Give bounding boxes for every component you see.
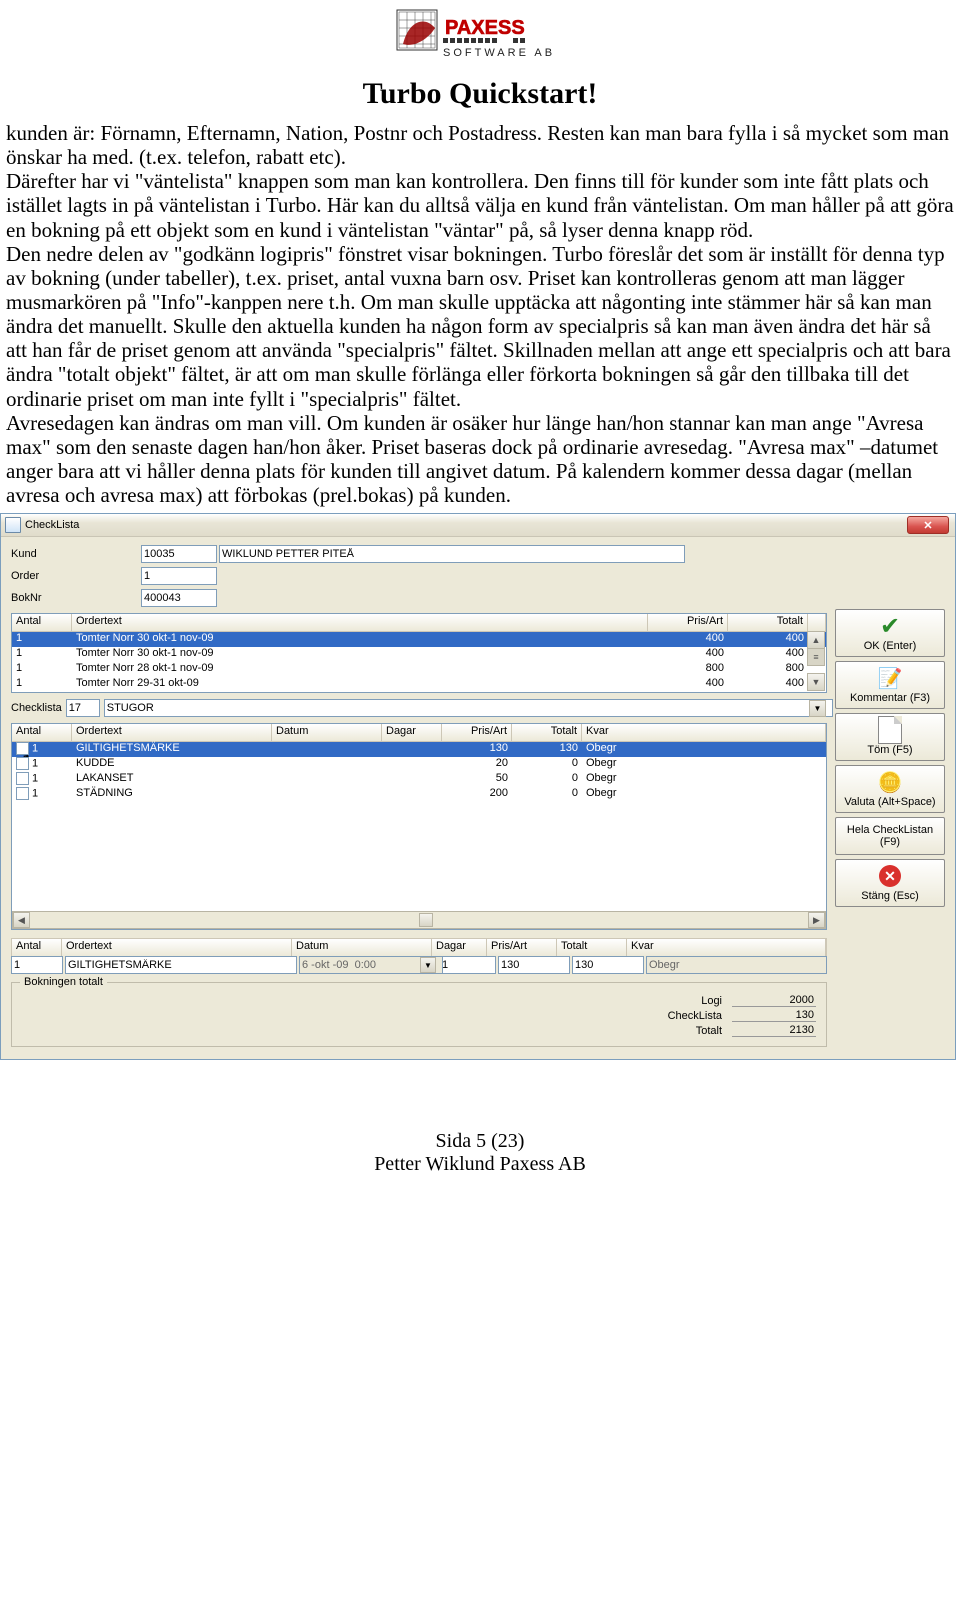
ok-button[interactable]: ✔ OK (Enter) — [835, 609, 945, 657]
kund-name-field[interactable] — [219, 545, 685, 563]
blank-page-icon — [836, 716, 944, 744]
tom-button[interactable]: Töm (F5) — [835, 713, 945, 761]
table-row[interactable]: 1Tomter Norr 30 okt-1 nov-09400400 — [12, 647, 826, 662]
chevron-down-icon[interactable]: ▼ — [809, 700, 826, 717]
col-datum: Datum — [272, 724, 382, 741]
col-totalt2: Totalt — [512, 724, 582, 741]
scroll-down-icon[interactable]: ▼ — [807, 673, 825, 691]
col-totalt: Totalt — [728, 614, 808, 631]
kund-id-field[interactable] — [141, 545, 217, 563]
scroll-up-icon[interactable]: ▲ — [807, 631, 825, 649]
col-ordertext2: Ordertext — [72, 724, 272, 741]
summary-box: Bokningen totalt Logi2000 CheckLista130 … — [11, 982, 827, 1047]
col-ordertext: Ordertext — [72, 614, 648, 631]
scroll-thumb[interactable]: ≡ — [807, 648, 825, 666]
checkbox[interactable] — [16, 757, 29, 770]
order-grid[interactable]: Antal Ordertext Pris/Art Totalt 1Tomter … — [11, 613, 827, 693]
hscroll-thumb[interactable] — [419, 913, 433, 927]
page-footer: Sida 5 (23) Petter Wiklund Paxess AB — [0, 1130, 960, 1176]
table-row[interactable]: 1STÄDNING2000Obegr — [12, 787, 826, 802]
col-prisart: Pris/Art — [648, 614, 728, 631]
chevron-down-icon[interactable]: ▼ — [420, 957, 436, 973]
coins-icon: 🪙 — [836, 768, 944, 796]
pencil-icon: 📝 — [836, 664, 944, 692]
titlebar: CheckLista ✕ — [1, 514, 955, 537]
table-row[interactable]: 1GILTIGHETSMÄRKE130130Obegr↖ — [12, 742, 826, 757]
checkbox[interactable] — [16, 742, 29, 755]
kommentar-button[interactable]: 📝 Kommentar (F3) — [835, 661, 945, 709]
order-field[interactable] — [141, 567, 217, 585]
label-checklista: Checklista — [11, 702, 62, 714]
logo-bottom-word: SOFTWARE AB — [443, 47, 555, 59]
edit-dagar[interactable] — [439, 956, 496, 974]
hela-checklistan-button[interactable]: Hela CheckListan (F9) — [835, 817, 945, 855]
table-row[interactable]: 1Tomter Norr 28 okt-1 nov-09800800 — [12, 662, 826, 677]
table-row[interactable]: 1LAKANSET500Obegr — [12, 772, 826, 787]
table-row[interactable]: 1KUDDE200Obegr — [12, 757, 826, 772]
col-kvar: Kvar — [582, 724, 826, 741]
page-title: Turbo Quickstart! — [0, 77, 960, 111]
check-icon: ✔ — [836, 612, 944, 640]
hscrollbar[interactable]: ◀ ▶ — [12, 911, 826, 929]
stang-button[interactable]: ✕ Stäng (Esc) — [835, 859, 945, 907]
table-row[interactable]: 1Tomter Norr 30 okt-1 nov-09400400 — [12, 632, 826, 647]
edit-ordertext[interactable] — [65, 956, 297, 974]
checkbox[interactable] — [16, 772, 29, 785]
scroll-left-icon[interactable]: ◀ — [13, 912, 30, 928]
body-text: kunden är: Förnamn, Efternamn, Nation, P… — [0, 121, 960, 507]
edit-tot[interactable] — [572, 956, 644, 974]
checkbox[interactable] — [16, 787, 29, 800]
checklista-dialog: CheckLista ✕ Kund Order BokNr — [0, 513, 956, 1060]
label-order: Order — [11, 570, 141, 582]
boknr-field[interactable] — [141, 589, 217, 607]
checklista-select[interactable] — [104, 699, 833, 717]
col-antal2: Antal — [12, 724, 72, 741]
scroll-right-icon[interactable]: ▶ — [808, 912, 825, 928]
app-icon — [5, 517, 21, 533]
close-icon[interactable]: ✕ — [907, 516, 949, 534]
col-dagar: Dagar — [382, 724, 442, 741]
edit-pris[interactable] — [498, 956, 570, 974]
check-grid[interactable]: Antal Ordertext Datum Dagar Pris/Art Tot… — [11, 723, 827, 930]
label-boknr: BokNr — [11, 592, 141, 604]
edit-antal[interactable] — [11, 956, 63, 974]
col-antal: Antal — [12, 614, 72, 631]
edit-kvar — [646, 956, 827, 974]
col-prisart2: Pris/Art — [442, 724, 512, 741]
logo-top-word: PAXESS — [445, 17, 525, 39]
valuta-button[interactable]: 🪙 Valuta (Alt+Space) — [835, 765, 945, 813]
logo: PAXESS SOFTWARE AB — [0, 0, 960, 73]
window-title: CheckLista — [25, 519, 79, 531]
cancel-icon: ✕ — [836, 862, 944, 890]
checklista-id[interactable] — [66, 699, 100, 717]
label-kund: Kund — [11, 548, 141, 560]
table-row[interactable]: 1Tomter Norr 29-31 okt-09400400 — [12, 677, 826, 692]
